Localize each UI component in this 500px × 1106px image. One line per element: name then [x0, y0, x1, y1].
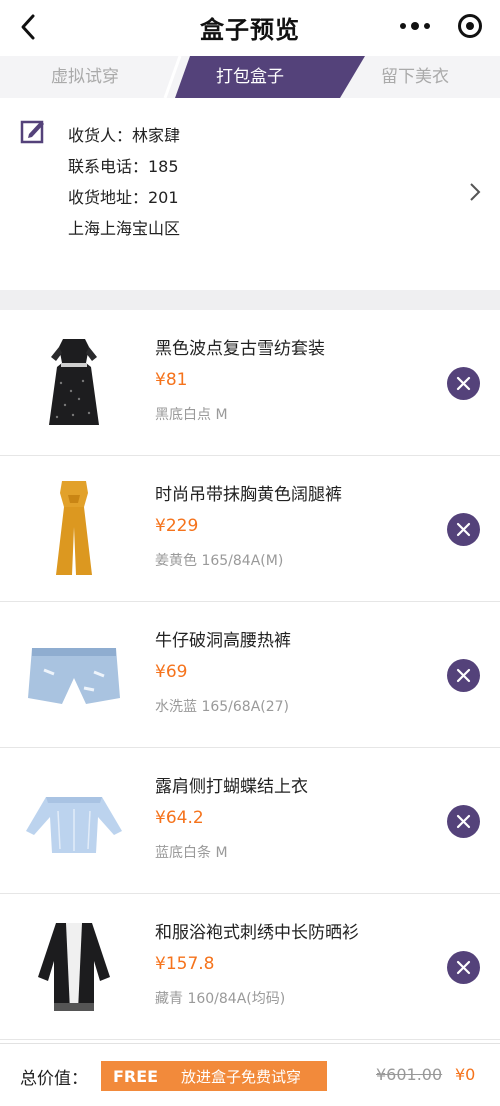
item-price: ¥81: [155, 370, 188, 390]
free-trial-label: 放进盒子免费试穿: [181, 1067, 302, 1086]
receiver-address-region: 上海上海宝山区: [68, 219, 181, 238]
receiver-name: 收货人：林家肆: [68, 126, 181, 145]
yellow-jumpsuit-icon: [22, 474, 126, 584]
close-icon: [456, 522, 471, 537]
step-tabs: 虚拟试穿 打包盒子 留下美衣: [0, 56, 500, 98]
list-item[interactable]: 露肩侧打蝴蝶结上衣 ¥64.2 蓝底白条 M: [0, 748, 500, 894]
item-name: 牛仔破洞高腰热裤: [155, 631, 291, 651]
item-name: 和服浴袍式刺绣中长防晒衫: [155, 923, 359, 943]
close-icon: [456, 960, 471, 975]
item-name: 露肩侧打蝴蝶结上衣: [155, 777, 308, 797]
shipping-address-card[interactable]: 收货人：林家肆 联系电话：185 收货地址：201 上海上海宝山区: [0, 98, 500, 290]
more-dots-icon[interactable]: [400, 22, 430, 30]
denim-shorts-icon: [22, 620, 126, 730]
remove-item-button[interactable]: [447, 513, 480, 546]
final-total: ¥0: [455, 1065, 476, 1084]
item-name: 时尚吊带抹胸黄色阔腿裤: [155, 485, 342, 505]
chevron-right-icon[interactable]: [468, 182, 482, 202]
remove-item-button[interactable]: [447, 951, 480, 984]
remove-item-button[interactable]: [447, 805, 480, 838]
box-item-list: 黑色波点复古雪纺套装 ¥81 黑底白点 M 时尚吊带抹胸黄色阔腿裤 ¥229 姜…: [0, 310, 500, 1040]
original-total: ¥601.00: [376, 1065, 443, 1084]
list-item[interactable]: 牛仔破洞高腰热裤 ¥69 水洗蓝 165/68A(27): [0, 602, 500, 748]
edit-icon[interactable]: [20, 118, 46, 144]
item-spec: 藏青 160/84A(均码): [155, 991, 286, 1007]
receiver-address: 收货地址：201: [68, 188, 179, 207]
nav-bar: 盒子预览: [0, 0, 500, 54]
list-item[interactable]: 和服浴袍式刺绣中长防晒衫 ¥157.8 藏青 160/84A(均码): [0, 894, 500, 1040]
kimono-cardigan-icon: [22, 912, 126, 1022]
off-shoulder-top-icon: [22, 766, 126, 876]
total-label: 总价值：: [20, 1069, 88, 1089]
item-spec: 水洗蓝 165/68A(27): [155, 699, 290, 715]
receiver-phone: 联系电话：185: [68, 157, 179, 176]
item-spec: 蓝底白条 M: [155, 845, 228, 861]
tab-pack-box[interactable]: 打包盒子: [185, 56, 315, 98]
mini-program-capsule: [392, 10, 488, 42]
close-icon: [456, 376, 471, 391]
item-price: ¥157.8: [155, 954, 215, 974]
list-item[interactable]: 黑色波点复古雪纺套装 ¥81 黑底白点 M: [0, 310, 500, 456]
section-divider: [0, 290, 500, 310]
remove-item-button[interactable]: [447, 367, 480, 400]
tab-keep-clothes[interactable]: 留下美衣: [350, 56, 480, 98]
item-price: ¥229: [155, 516, 199, 536]
close-icon: [456, 668, 471, 683]
remove-item-button[interactable]: [447, 659, 480, 692]
list-item[interactable]: 时尚吊带抹胸黄色阔腿裤 ¥229 姜黄色 165/84A(M): [0, 456, 500, 602]
free-badge: FREE: [113, 1066, 159, 1086]
item-name: 黑色波点复古雪纺套装: [155, 339, 325, 359]
free-trial-button[interactable]: FREE 放进盒子免费试穿: [101, 1061, 327, 1091]
total-bar: 总价值： FREE 放进盒子免费试穿 ¥601.00 ¥0: [0, 1043, 500, 1106]
item-spec: 黑底白点 M: [155, 407, 228, 423]
item-price: ¥69: [155, 662, 188, 682]
close-target-icon[interactable]: [458, 14, 482, 38]
item-spec: 姜黄色 165/84A(M): [155, 553, 284, 569]
black-polka-dot-dress-icon: [22, 328, 126, 438]
close-icon: [456, 814, 471, 829]
item-price: ¥64.2: [155, 808, 204, 828]
tab-virtual-try-on[interactable]: 虚拟试穿: [20, 56, 150, 98]
